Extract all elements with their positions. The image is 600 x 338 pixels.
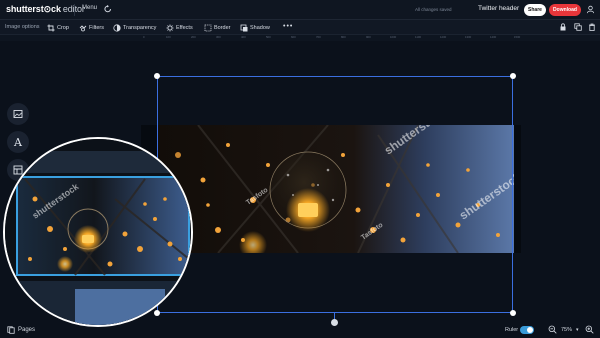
duplicate-icon[interactable] <box>574 23 582 31</box>
effects-label: Effects <box>176 24 193 31</box>
user-icon[interactable] <box>586 5 595 14</box>
pages-label: Pages <box>18 327 36 333</box>
ruler-tick: 100 <box>166 35 171 39</box>
share-button[interactable]: Share <box>524 4 546 16</box>
ruler-label: Ruler <box>505 327 519 333</box>
selection-box[interactable] <box>157 76 513 313</box>
image-icon <box>13 110 23 118</box>
zoom-out-icon[interactable] <box>548 325 557 334</box>
shadow-label: Shadow <box>250 24 270 31</box>
menu-button[interactable]: Menu <box>82 5 97 11</box>
download-button[interactable]: Download <box>549 4 581 16</box>
border-icon <box>204 24 212 31</box>
image-tool-button[interactable] <box>7 103 29 125</box>
ruler-tick: 700 <box>316 35 321 39</box>
filters-icon <box>79 24 87 31</box>
shadow-button[interactable]: Shadow <box>240 23 270 32</box>
magnifier-overlay: shutterstock <box>3 137 193 327</box>
ruler-tick: 300 <box>216 35 221 39</box>
crop-button[interactable]: Crop <box>47 23 69 32</box>
ruler-tick: 1400 <box>490 35 497 39</box>
border-button[interactable]: Border <box>204 23 231 32</box>
delete-icon[interactable] <box>588 23 596 31</box>
text-tool-button[interactable]: A <box>7 131 29 153</box>
resize-handle-top-right[interactable] <box>510 73 516 79</box>
top-bar: shutterst⊙ckeditor Menu All changes save… <box>0 0 600 20</box>
transparency-icon <box>113 23 121 32</box>
zoom-level[interactable]: 75% <box>561 327 572 333</box>
save-status: All changes saved <box>415 7 452 12</box>
rotate-handle[interactable] <box>331 319 338 326</box>
image-options-bar: Image options Crop Filters Transparency … <box>0 20 600 35</box>
shadow-icon <box>240 24 248 31</box>
ruler-tick: 1000 <box>390 35 397 39</box>
filters-button[interactable]: Filters <box>79 23 104 32</box>
resize-handle-top-left[interactable] <box>154 73 160 79</box>
pages-button[interactable]: Pages <box>7 326 35 334</box>
ruler-tick: 500 <box>266 35 271 39</box>
transparency-label: Transparency <box>123 24 157 31</box>
magnified-image: shutterstock <box>5 139 191 325</box>
zoom-dropdown-caret[interactable]: ▾ <box>576 327 579 333</box>
transparency-button[interactable]: Transparency <box>113 23 156 32</box>
ruler-tick: 1300 <box>465 35 472 39</box>
filters-label: Filters <box>89 24 104 31</box>
ruler-tick: 400 <box>241 35 246 39</box>
ruler-tick: 0 <box>143 35 145 39</box>
ruler-tick: 800 <box>341 35 346 39</box>
resize-handle-bottom-left[interactable] <box>154 310 160 316</box>
border-label: Border <box>214 24 231 31</box>
more-options-button[interactable]: ••• <box>283 23 293 30</box>
app-logo[interactable]: shutterst⊙ckeditor <box>6 4 85 15</box>
crop-icon <box>47 24 55 31</box>
effects-button[interactable]: Effects <box>166 23 193 32</box>
document-title[interactable]: Twitter header <box>478 5 519 12</box>
ruler-tick: 1500 <box>514 35 521 39</box>
image-options-label: Image options <box>5 24 40 30</box>
undo-icon[interactable] <box>103 4 113 14</box>
ruler-tick: 900 <box>366 35 371 39</box>
lock-icon[interactable] <box>559 23 567 31</box>
pages-icon <box>7 326 15 334</box>
zoom-in-icon[interactable] <box>585 325 594 334</box>
ruler-tick: 1200 <box>440 35 447 39</box>
horizontal-ruler: 0 100 200 300 400 500 600 700 800 900 10… <box>0 35 600 41</box>
resize-handle-bottom-right[interactable] <box>510 310 516 316</box>
ruler-tick: 600 <box>291 35 296 39</box>
ruler-tick: 1100 <box>415 35 422 39</box>
crop-label: Crop <box>57 24 69 31</box>
ruler-toggle[interactable] <box>520 326 534 334</box>
effects-icon <box>166 24 174 31</box>
ruler-tick: 200 <box>191 35 196 39</box>
divider <box>74 4 75 16</box>
